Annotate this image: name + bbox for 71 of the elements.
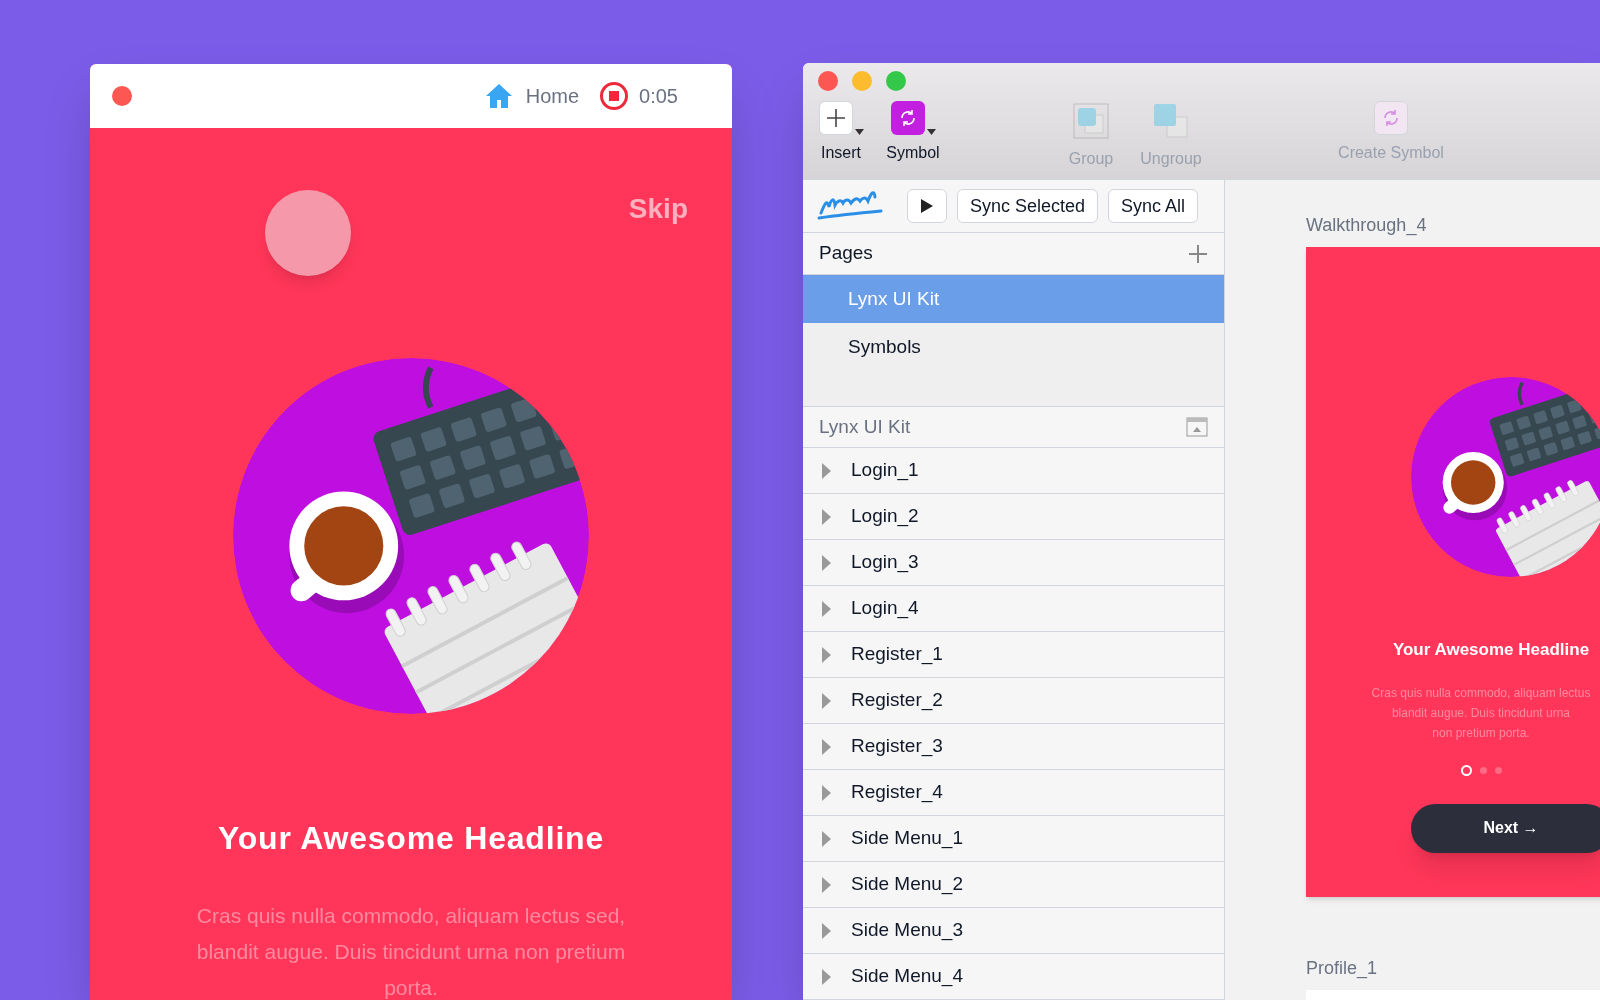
right-triangle-icon[interactable] — [821, 738, 831, 755]
layer-name: Register_4 — [851, 780, 943, 805]
sync-arrows-icon — [1374, 101, 1408, 135]
right-triangle-icon[interactable] — [821, 646, 831, 663]
home-label[interactable]: Home — [525, 81, 580, 111]
stop-record-icon[interactable] — [599, 81, 630, 111]
layer-name: Register_2 — [851, 688, 943, 713]
sync-arrows-icon — [890, 101, 925, 135]
next-button[interactable]: Next → — [1411, 803, 1600, 853]
layer-row[interactable]: Login_3 — [803, 540, 1224, 586]
headline: Your Awesome Headline — [216, 819, 606, 858]
body-text: blandit augue. Duis tincidunt urna — [1391, 704, 1571, 722]
layer-row[interactable]: Login_1 — [803, 448, 1224, 494]
caret-icon — [854, 129, 864, 135]
right-triangle-icon[interactable] — [821, 830, 831, 847]
minimize-button[interactable] — [852, 71, 872, 91]
close-button[interactable] — [112, 86, 132, 106]
layer-name: Register_1 — [851, 642, 943, 667]
layer-name: Login_2 — [851, 504, 919, 529]
layer-name: Register_3 — [851, 734, 943, 759]
layer-name: Login_4 — [851, 596, 919, 621]
layer-row[interactable]: Register_3 — [803, 724, 1224, 770]
right-triangle-icon[interactable] — [821, 692, 831, 709]
layer-name: Side Menu_3 — [851, 918, 963, 943]
layer-row[interactable]: Side Menu_4 — [803, 954, 1224, 1000]
layer-name: Side Menu_1 — [851, 826, 963, 851]
group-icon — [1071, 101, 1111, 141]
artboard-title: Walkthrough_4 — [1306, 214, 1428, 238]
layer-row[interactable]: Login_4 — [803, 586, 1224, 632]
timer: 0:05 — [639, 84, 678, 109]
right-triangle-icon[interactable] — [821, 784, 831, 801]
play-button[interactable] — [907, 189, 947, 224]
layer-row[interactable]: Register_4 — [803, 770, 1224, 816]
play-icon — [921, 199, 933, 214]
toolbar-button[interactable]: Symbol — [881, 101, 945, 165]
caret-icon — [926, 129, 936, 135]
right-triangle-icon[interactable] — [821, 462, 831, 479]
page-item[interactable]: Symbols — [803, 323, 1224, 372]
ungroup-icon — [1151, 101, 1191, 141]
body-text: non pretium porta. — [1432, 724, 1530, 742]
body-text: Cras quis nulla commodo, aliquam lectus — [1371, 684, 1591, 702]
right-triangle-icon[interactable] — [821, 600, 831, 617]
sync-button[interactable]: Sync Selected — [957, 189, 1099, 224]
body-text: Cras quis nulla commodo, aliquam lectus sed, blandit augue. Duis tincidunt urna non pretium porta. — [195, 903, 627, 1000]
layer-row[interactable]: Register_1 — [803, 632, 1224, 678]
right-triangle-icon[interactable] — [821, 508, 831, 525]
layer-name: Side Menu_2 — [851, 872, 963, 897]
add-icon[interactable] — [1188, 243, 1208, 264]
layers-header: Lynx UI Kit — [819, 414, 912, 439]
layer-row[interactable]: Side Menu_1 — [803, 816, 1224, 862]
headline: Your Awesome Headline — [1392, 639, 1590, 661]
right-triangle-icon[interactable] — [821, 922, 831, 939]
right-triangle-icon[interactable] — [821, 968, 831, 985]
sync-button[interactable]: Sync All — [1108, 189, 1199, 224]
marvel-logo-icon — [817, 191, 883, 222]
right-triangle-icon[interactable] — [821, 876, 831, 893]
collapse-icon[interactable] — [1186, 416, 1208, 437]
pages-header: Pages — [819, 241, 874, 266]
layer-name: Login_3 — [851, 550, 919, 575]
right-triangle-icon[interactable] — [821, 554, 831, 571]
layer-row[interactable]: Register_2 — [803, 678, 1224, 724]
layer-row[interactable]: Login_2 — [803, 494, 1224, 540]
zoom-button[interactable] — [886, 71, 906, 91]
toolbar-button[interactable]: Insert — [815, 101, 867, 165]
layer-row[interactable]: Side Menu_3 — [803, 908, 1224, 954]
plus-icon — [818, 101, 853, 135]
layer-name: Login_1 — [851, 458, 919, 483]
layer-name: Side Menu_4 — [851, 964, 963, 989]
artboard-title: Profile_1 — [1306, 957, 1379, 981]
layer-row[interactable]: Side Menu_2 — [803, 862, 1224, 908]
close-button[interactable] — [818, 71, 838, 91]
